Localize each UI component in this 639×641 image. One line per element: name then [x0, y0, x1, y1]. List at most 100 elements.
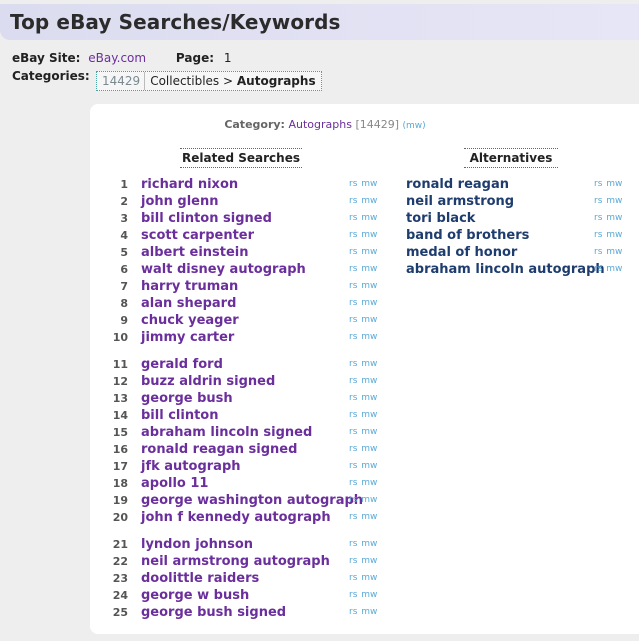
rs-link[interactable]: rs [349, 556, 357, 566]
keyword-link[interactable]: lyndon johnson [141, 536, 253, 553]
mw-link[interactable]: mw [361, 590, 377, 600]
alternative-keyword-link[interactable]: tori black [406, 210, 475, 227]
keyword-link[interactable]: albert einstein [141, 244, 249, 261]
keyword-link[interactable]: doolittle raiders [141, 570, 259, 587]
mw-link[interactable]: mw [361, 376, 377, 386]
rs-link[interactable]: rs [594, 230, 602, 240]
rs-link[interactable]: rs [349, 247, 357, 257]
mw-link[interactable]: mw [361, 359, 377, 369]
alternative-keyword-link[interactable]: neil armstrong [406, 193, 514, 210]
keyword-link[interactable]: ronald reagan signed [141, 441, 297, 458]
keyword-link[interactable]: walt disney autograph [141, 261, 306, 278]
keyword-link[interactable]: george bush [141, 390, 233, 407]
keyword-link[interactable]: harry truman [141, 278, 238, 295]
mw-link[interactable]: mw [361, 444, 377, 454]
mw-link[interactable]: mw [361, 332, 377, 342]
mw-link[interactable]: mw [361, 495, 377, 505]
keyword-link[interactable]: neil armstrong autograph [141, 553, 330, 570]
list-item: 4 scott carpenter rs mw [90, 227, 390, 244]
mw-link[interactable]: mw [361, 573, 377, 583]
rs-link[interactable]: rs [349, 393, 357, 403]
rs-link[interactable]: rs [349, 179, 357, 189]
mw-link[interactable]: mw [361, 461, 377, 471]
rs-link[interactable]: rs [349, 230, 357, 240]
mw-link[interactable]: mw [361, 247, 377, 257]
alternative-keyword-link[interactable]: ronald reagan [406, 176, 509, 193]
mw-link[interactable]: mw [606, 264, 622, 274]
mw-link[interactable]: mw [361, 196, 377, 206]
category-mw-link[interactable]: (mw) [403, 121, 426, 131]
mw-link[interactable]: mw [361, 213, 377, 223]
rs-link[interactable]: rs [349, 332, 357, 342]
rs-link[interactable]: rs [594, 179, 602, 189]
keyword-link[interactable]: richard nixon [141, 176, 238, 193]
keyword-link[interactable]: scott carpenter [141, 227, 254, 244]
rs-link[interactable]: rs [349, 410, 357, 420]
keyword-link[interactable]: jfk autograph [141, 458, 241, 475]
mw-link[interactable]: mw [606, 230, 622, 240]
mw-link[interactable]: mw [361, 607, 377, 617]
alternative-keyword-link[interactable]: medal of honor [406, 244, 517, 261]
rs-link[interactable]: rs [594, 196, 602, 206]
keyword-link[interactable]: george washington autograph [141, 492, 363, 509]
rs-link[interactable]: rs [349, 427, 357, 437]
rs-link[interactable]: rs [594, 264, 602, 274]
mw-link[interactable]: mw [361, 298, 377, 308]
keyword-link[interactable]: bill clinton signed [141, 210, 272, 227]
rs-link[interactable]: rs [349, 573, 357, 583]
rs-link[interactable]: rs [349, 461, 357, 471]
keyword-link[interactable]: john f kennedy autograph [141, 509, 331, 526]
rs-link[interactable]: rs [349, 590, 357, 600]
mw-link[interactable]: mw [361, 281, 377, 291]
rs-link[interactable]: rs [349, 315, 357, 325]
mw-link[interactable]: mw [361, 393, 377, 403]
rs-link[interactable]: rs [349, 359, 357, 369]
breadcrumb-parent[interactable]: Collectibles > [150, 74, 233, 88]
keyword-link[interactable]: alan shepard [141, 295, 236, 312]
rs-link[interactable]: rs [349, 196, 357, 206]
keyword-link[interactable]: jimmy carter [141, 329, 234, 346]
rs-link[interactable]: rs [349, 539, 357, 549]
rs-link[interactable]: rs [349, 495, 357, 505]
rs-link[interactable]: rs [349, 298, 357, 308]
mw-link[interactable]: mw [361, 512, 377, 522]
site-link[interactable]: eBay.com [88, 51, 146, 65]
mw-link[interactable]: mw [361, 230, 377, 240]
mw-link[interactable]: mw [606, 179, 622, 189]
keyword-link[interactable]: bill clinton [141, 407, 218, 424]
mw-link[interactable]: mw [361, 556, 377, 566]
keyword-link[interactable]: george bush signed [141, 604, 286, 621]
rs-link[interactable]: rs [349, 264, 357, 274]
category-breadcrumb[interactable]: 14429 Collectibles > Autographs [96, 71, 322, 91]
rs-link[interactable]: rs [349, 213, 357, 223]
mw-link[interactable]: mw [606, 196, 622, 206]
category-link[interactable]: Autographs [288, 118, 351, 131]
mw-link[interactable]: mw [361, 410, 377, 420]
keyword-link[interactable]: chuck yeager [141, 312, 239, 329]
rs-link[interactable]: rs [594, 247, 602, 257]
keyword-link[interactable]: john glenn [141, 193, 219, 210]
alternative-keyword-link[interactable]: abraham lincoln autograph [406, 261, 605, 278]
mw-link[interactable]: mw [361, 264, 377, 274]
rs-link[interactable]: rs [349, 281, 357, 291]
mw-link[interactable]: mw [606, 247, 622, 257]
keyword-tools: rs mw [594, 244, 622, 261]
mw-link[interactable]: mw [606, 213, 622, 223]
rs-link[interactable]: rs [349, 444, 357, 454]
keyword-link[interactable]: apollo 11 [141, 475, 208, 492]
rs-link[interactable]: rs [594, 213, 602, 223]
mw-link[interactable]: mw [361, 179, 377, 189]
alternative-keyword-link[interactable]: band of brothers [406, 227, 529, 244]
mw-link[interactable]: mw [361, 478, 377, 488]
rs-link[interactable]: rs [349, 478, 357, 488]
keyword-link[interactable]: abraham lincoln signed [141, 424, 312, 441]
rs-link[interactable]: rs [349, 512, 357, 522]
mw-link[interactable]: mw [361, 539, 377, 549]
mw-link[interactable]: mw [361, 315, 377, 325]
keyword-link[interactable]: gerald ford [141, 356, 223, 373]
keyword-link[interactable]: george w bush [141, 587, 249, 604]
rs-link[interactable]: rs [349, 607, 357, 617]
rs-link[interactable]: rs [349, 376, 357, 386]
mw-link[interactable]: mw [361, 427, 377, 437]
keyword-link[interactable]: buzz aldrin signed [141, 373, 275, 390]
